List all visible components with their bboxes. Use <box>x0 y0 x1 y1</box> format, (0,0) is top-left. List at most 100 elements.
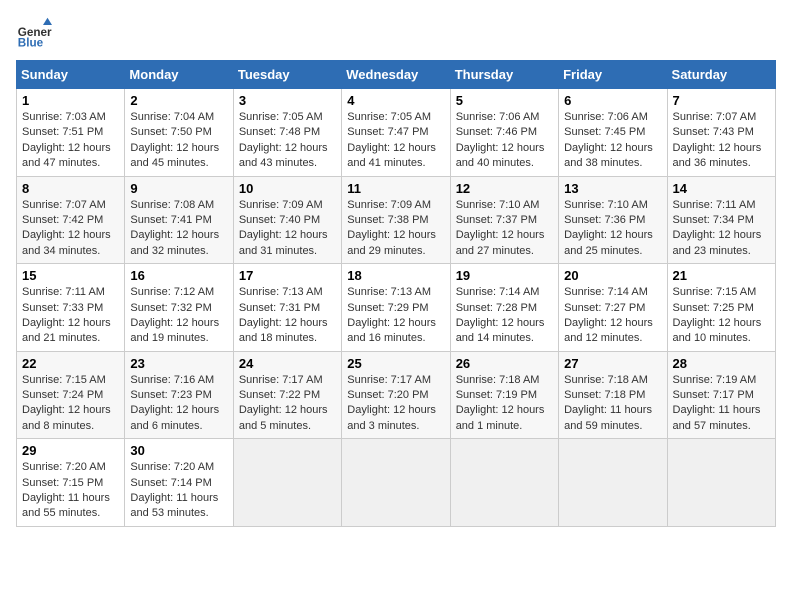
day-number: 12 <box>456 181 553 196</box>
header-day-thursday: Thursday <box>450 61 558 89</box>
calendar-cell: 29 Sunrise: 7:20 AM Sunset: 7:15 PM Dayl… <box>17 439 125 527</box>
header-day-saturday: Saturday <box>667 61 775 89</box>
sunrise-label: Sunrise: 7:10 AM <box>456 199 540 211</box>
page-header: General Blue <box>16 16 776 52</box>
sunset-label: Sunset: 7:14 PM <box>130 477 211 489</box>
cell-content: Sunrise: 7:06 AM Sunset: 7:45 PM Dayligh… <box>564 110 661 172</box>
day-number: 3 <box>239 93 336 108</box>
sunrise-label: Sunrise: 7:09 AM <box>239 199 323 211</box>
daylight-label: Daylight: 12 hours and 12 minutes. <box>564 317 653 344</box>
daylight-label: Daylight: 12 hours and 36 minutes. <box>673 142 762 169</box>
day-number: 18 <box>347 268 444 283</box>
sunrise-label: Sunrise: 7:04 AM <box>130 111 214 123</box>
cell-content: Sunrise: 7:04 AM Sunset: 7:50 PM Dayligh… <box>130 110 227 172</box>
cell-content: Sunrise: 7:14 AM Sunset: 7:28 PM Dayligh… <box>456 285 553 347</box>
daylight-label: Daylight: 12 hours and 1 minute. <box>456 404 545 431</box>
sunset-label: Sunset: 7:33 PM <box>22 302 103 314</box>
daylight-label: Daylight: 12 hours and 23 minutes. <box>673 229 762 256</box>
calendar-cell <box>450 439 558 527</box>
calendar-cell: 17 Sunrise: 7:13 AM Sunset: 7:31 PM Dayl… <box>233 264 341 352</box>
sunset-label: Sunset: 7:18 PM <box>564 389 645 401</box>
calendar-cell: 16 Sunrise: 7:12 AM Sunset: 7:32 PM Dayl… <box>125 264 233 352</box>
daylight-label: Daylight: 12 hours and 40 minutes. <box>456 142 545 169</box>
calendar-cell: 22 Sunrise: 7:15 AM Sunset: 7:24 PM Dayl… <box>17 351 125 439</box>
day-number: 21 <box>673 268 770 283</box>
sunrise-label: Sunrise: 7:18 AM <box>456 374 540 386</box>
calendar-cell: 14 Sunrise: 7:11 AM Sunset: 7:34 PM Dayl… <box>667 176 775 264</box>
daylight-label: Daylight: 12 hours and 25 minutes. <box>564 229 653 256</box>
daylight-label: Daylight: 12 hours and 8 minutes. <box>22 404 111 431</box>
daylight-label: Daylight: 11 hours and 55 minutes. <box>22 492 110 519</box>
daylight-label: Daylight: 12 hours and 32 minutes. <box>130 229 219 256</box>
daylight-label: Daylight: 12 hours and 31 minutes. <box>239 229 328 256</box>
sunset-label: Sunset: 7:15 PM <box>22 477 103 489</box>
sunrise-label: Sunrise: 7:08 AM <box>130 199 214 211</box>
daylight-label: Daylight: 12 hours and 43 minutes. <box>239 142 328 169</box>
daylight-label: Daylight: 12 hours and 10 minutes. <box>673 317 762 344</box>
cell-content: Sunrise: 7:14 AM Sunset: 7:27 PM Dayligh… <box>564 285 661 347</box>
cell-content: Sunrise: 7:12 AM Sunset: 7:32 PM Dayligh… <box>130 285 227 347</box>
sunset-label: Sunset: 7:45 PM <box>564 126 645 138</box>
cell-content: Sunrise: 7:13 AM Sunset: 7:31 PM Dayligh… <box>239 285 336 347</box>
sunset-label: Sunset: 7:23 PM <box>130 389 211 401</box>
calendar-cell: 12 Sunrise: 7:10 AM Sunset: 7:37 PM Dayl… <box>450 176 558 264</box>
cell-content: Sunrise: 7:11 AM Sunset: 7:33 PM Dayligh… <box>22 285 119 347</box>
header-day-wednesday: Wednesday <box>342 61 450 89</box>
sunrise-label: Sunrise: 7:14 AM <box>564 286 648 298</box>
cell-content: Sunrise: 7:16 AM Sunset: 7:23 PM Dayligh… <box>130 373 227 435</box>
calendar-cell: 21 Sunrise: 7:15 AM Sunset: 7:25 PM Dayl… <box>667 264 775 352</box>
sunrise-label: Sunrise: 7:06 AM <box>564 111 648 123</box>
calendar-cell: 10 Sunrise: 7:09 AM Sunset: 7:40 PM Dayl… <box>233 176 341 264</box>
daylight-label: Daylight: 12 hours and 38 minutes. <box>564 142 653 169</box>
sunset-label: Sunset: 7:28 PM <box>456 302 537 314</box>
calendar-week-2: 8 Sunrise: 7:07 AM Sunset: 7:42 PM Dayli… <box>17 176 776 264</box>
sunrise-label: Sunrise: 7:20 AM <box>22 461 106 473</box>
calendar-week-1: 1 Sunrise: 7:03 AM Sunset: 7:51 PM Dayli… <box>17 89 776 177</box>
sunrise-label: Sunrise: 7:19 AM <box>673 374 757 386</box>
calendar-cell: 20 Sunrise: 7:14 AM Sunset: 7:27 PM Dayl… <box>559 264 667 352</box>
cell-content: Sunrise: 7:20 AM Sunset: 7:14 PM Dayligh… <box>130 460 227 522</box>
cell-content: Sunrise: 7:05 AM Sunset: 7:47 PM Dayligh… <box>347 110 444 172</box>
daylight-label: Daylight: 11 hours and 57 minutes. <box>673 404 761 431</box>
cell-content: Sunrise: 7:19 AM Sunset: 7:17 PM Dayligh… <box>673 373 770 435</box>
calendar-cell: 30 Sunrise: 7:20 AM Sunset: 7:14 PM Dayl… <box>125 439 233 527</box>
sunrise-label: Sunrise: 7:09 AM <box>347 199 431 211</box>
calendar-cell: 26 Sunrise: 7:18 AM Sunset: 7:19 PM Dayl… <box>450 351 558 439</box>
calendar-week-4: 22 Sunrise: 7:15 AM Sunset: 7:24 PM Dayl… <box>17 351 776 439</box>
sunrise-label: Sunrise: 7:05 AM <box>347 111 431 123</box>
sunset-label: Sunset: 7:50 PM <box>130 126 211 138</box>
cell-content: Sunrise: 7:11 AM Sunset: 7:34 PM Dayligh… <box>673 198 770 260</box>
calendar-cell: 24 Sunrise: 7:17 AM Sunset: 7:22 PM Dayl… <box>233 351 341 439</box>
calendar-cell <box>559 439 667 527</box>
sunrise-label: Sunrise: 7:13 AM <box>239 286 323 298</box>
svg-text:Blue: Blue <box>18 37 44 50</box>
header-day-tuesday: Tuesday <box>233 61 341 89</box>
sunset-label: Sunset: 7:20 PM <box>347 389 428 401</box>
day-number: 29 <box>22 443 119 458</box>
calendar-cell: 19 Sunrise: 7:14 AM Sunset: 7:28 PM Dayl… <box>450 264 558 352</box>
header-row: SundayMondayTuesdayWednesdayThursdayFrid… <box>17 61 776 89</box>
day-number: 19 <box>456 268 553 283</box>
cell-content: Sunrise: 7:09 AM Sunset: 7:38 PM Dayligh… <box>347 198 444 260</box>
sunset-label: Sunset: 7:24 PM <box>22 389 103 401</box>
cell-content: Sunrise: 7:18 AM Sunset: 7:18 PM Dayligh… <box>564 373 661 435</box>
sunrise-label: Sunrise: 7:12 AM <box>130 286 214 298</box>
day-number: 7 <box>673 93 770 108</box>
sunset-label: Sunset: 7:25 PM <box>673 302 754 314</box>
day-number: 27 <box>564 356 661 371</box>
calendar-cell: 5 Sunrise: 7:06 AM Sunset: 7:46 PM Dayli… <box>450 89 558 177</box>
sunrise-label: Sunrise: 7:17 AM <box>239 374 323 386</box>
calendar-week-3: 15 Sunrise: 7:11 AM Sunset: 7:33 PM Dayl… <box>17 264 776 352</box>
day-number: 24 <box>239 356 336 371</box>
cell-content: Sunrise: 7:07 AM Sunset: 7:43 PM Dayligh… <box>673 110 770 172</box>
logo-icon: General Blue <box>16 16 52 52</box>
calendar-cell <box>233 439 341 527</box>
daylight-label: Daylight: 12 hours and 41 minutes. <box>347 142 436 169</box>
day-number: 2 <box>130 93 227 108</box>
calendar-body: 1 Sunrise: 7:03 AM Sunset: 7:51 PM Dayli… <box>17 89 776 527</box>
calendar-cell: 13 Sunrise: 7:10 AM Sunset: 7:36 PM Dayl… <box>559 176 667 264</box>
sunset-label: Sunset: 7:40 PM <box>239 214 320 226</box>
sunset-label: Sunset: 7:17 PM <box>673 389 754 401</box>
daylight-label: Daylight: 11 hours and 59 minutes. <box>564 404 652 431</box>
day-number: 1 <box>22 93 119 108</box>
